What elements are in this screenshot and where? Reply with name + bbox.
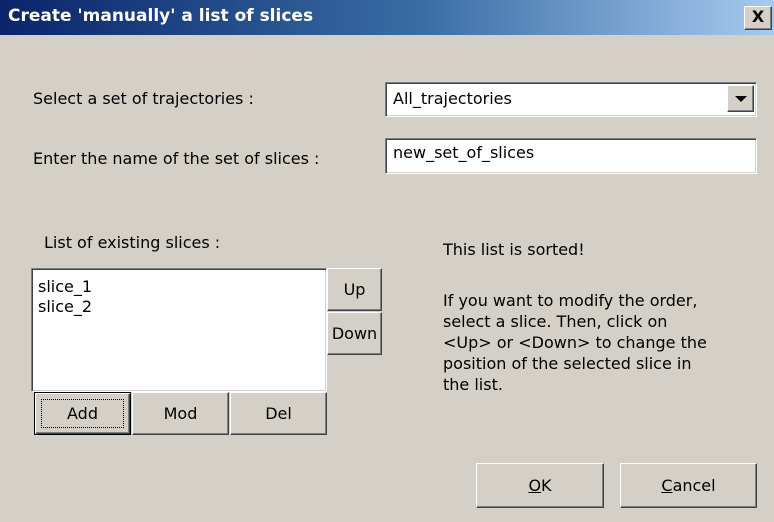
trajectories-label: Select a set of trajectories : xyxy=(33,89,254,108)
slices-name-label: Enter the name of the set of slices : xyxy=(33,149,320,168)
close-button[interactable]: X xyxy=(744,6,772,30)
slices-listbox[interactable]: slice_1 slice_2 xyxy=(31,268,327,392)
cancel-button[interactable]: Cancel xyxy=(620,463,757,508)
up-button-label: Up xyxy=(343,280,366,299)
cancel-button-label: Cancel xyxy=(661,476,716,495)
slices-name-input[interactable] xyxy=(393,143,733,162)
ok-button-label: OK xyxy=(528,476,552,495)
list-item[interactable]: slice_2 xyxy=(38,297,92,317)
add-button[interactable]: Add xyxy=(34,392,131,435)
mod-button-label: Mod xyxy=(163,404,198,423)
ok-button[interactable]: OK xyxy=(476,463,604,508)
help-line: <Up> or <Down> to change the xyxy=(443,333,707,352)
slices-list-label: List of existing slices : xyxy=(44,233,221,252)
list-item[interactable]: slice_1 xyxy=(38,277,92,297)
help-line: the list. xyxy=(443,375,503,394)
slices-name-field[interactable] xyxy=(385,138,757,174)
up-button[interactable]: Up xyxy=(327,268,382,311)
help-line: If you want to modify the order, xyxy=(443,291,698,310)
close-icon: X xyxy=(751,7,765,26)
down-button[interactable]: Down xyxy=(327,312,382,355)
del-button[interactable]: Del xyxy=(230,392,327,435)
trajectories-select[interactable]: All_trajectories xyxy=(385,82,757,117)
title-bar[interactable]: Create 'manually' a list of slices X xyxy=(0,0,774,35)
help-line: position of the selected slice in xyxy=(443,354,692,373)
chevron-down-icon[interactable] xyxy=(727,85,754,112)
help-line: select a slice. Then, click on xyxy=(443,312,668,331)
mod-button[interactable]: Mod xyxy=(132,392,229,435)
window-title: Create 'manually' a list of slices xyxy=(8,6,314,26)
trajectories-selected-value: All_trajectories xyxy=(393,89,512,108)
down-button-label: Down xyxy=(331,324,378,343)
add-button-label: Add xyxy=(67,404,98,423)
del-button-label: Del xyxy=(265,404,292,423)
sorted-notice: This list is sorted! xyxy=(443,240,585,259)
